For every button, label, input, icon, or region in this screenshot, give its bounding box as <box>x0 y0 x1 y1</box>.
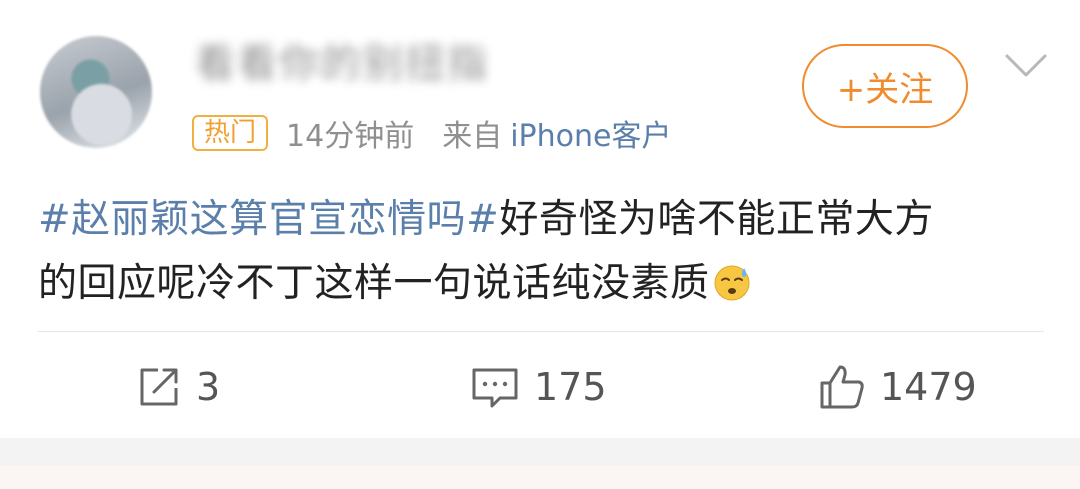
comment-button[interactable]: 175 <box>470 360 607 414</box>
sweat-emoji-icon <box>714 265 750 301</box>
like-button[interactable]: 1479 <box>818 360 977 414</box>
username[interactable]: 看看你的别扭指 <box>195 40 489 88</box>
hashtag-link[interactable]: #赵丽颖这算官宣恋情吗# <box>38 197 499 242</box>
repost-button[interactable]: 3 <box>136 360 220 414</box>
comment-count: 175 <box>534 365 607 409</box>
hot-badge: 热门 <box>192 115 269 151</box>
post-text: #赵丽颖这算官宣恋情吗#好奇怪为啥不能正常大方 的回应呢冷不丁这样一句说话纯没素… <box>38 188 1048 316</box>
post-time: 14分钟前 <box>286 119 415 154</box>
repost-icon <box>140 368 178 406</box>
post-text-line2: 的回应呢冷不丁这样一句说话纯没素质 <box>38 261 710 306</box>
divider <box>38 331 1044 332</box>
repost-count: 3 <box>196 365 221 409</box>
like-count: 1479 <box>880 365 977 409</box>
weibo-post-card: 看看你的别扭指 热门 14分钟前 来自 iPhone客户 +关注 #赵丽颖这算官… <box>0 0 1080 438</box>
chevron-down-icon[interactable] <box>1004 52 1048 80</box>
next-card-edge <box>0 466 1080 489</box>
post-meta: 热门 14分钟前 来自 iPhone客户 <box>192 111 671 155</box>
post-text-line1: 好奇怪为啥不能正常大方 <box>499 197 934 242</box>
user-avatar[interactable] <box>40 36 152 148</box>
source-link[interactable]: iPhone客户 <box>510 111 671 155</box>
comment-icon <box>472 368 518 408</box>
follow-button[interactable]: +关注 <box>802 44 968 128</box>
thumbs-up-icon <box>820 365 864 409</box>
feed-separator <box>0 438 1080 489</box>
source-prefix: 来自 <box>442 119 503 154</box>
